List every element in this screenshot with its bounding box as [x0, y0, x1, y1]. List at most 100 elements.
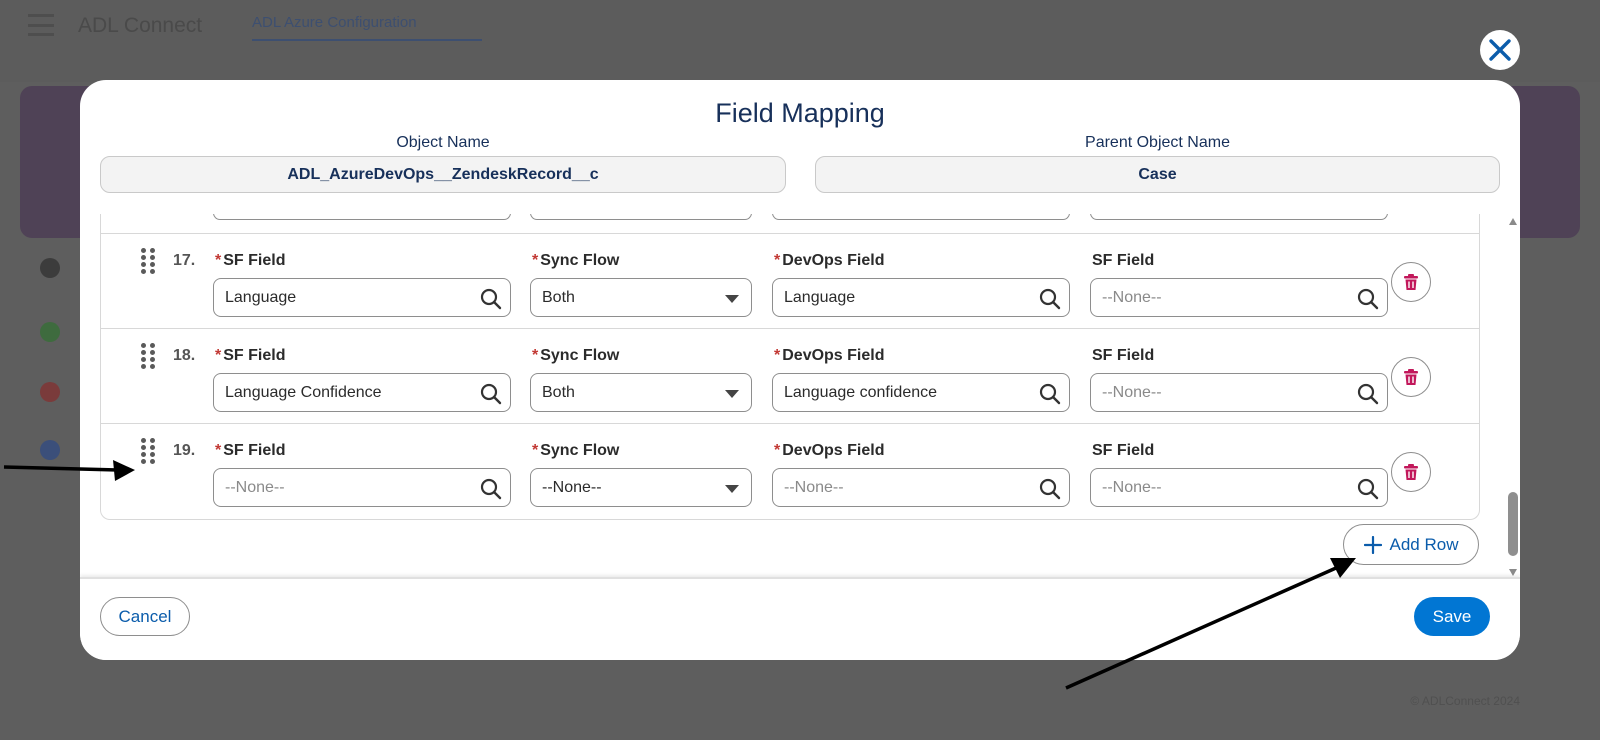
- app-header: ADL Connect ADL Azure Configuration: [0, 0, 1600, 82]
- devops-field-placeholder: --None--: [784, 478, 844, 496]
- delete-row-button[interactable]: [1391, 452, 1431, 492]
- mapping-rows-scroll-area[interactable]: 17. * SF Field Language * Sync Flow Both *…: [100, 214, 1500, 586]
- sync-flow-label-text: Sync Flow: [540, 442, 620, 459]
- drag-handle-icon[interactable]: [141, 438, 157, 464]
- background-footer-text: © ADLConnect 2024: [1410, 694, 1520, 708]
- sf-field-input[interactable]: --None--: [213, 468, 511, 507]
- cancel-button[interactable]: Cancel: [100, 597, 190, 636]
- parent-object-name-label: Parent Object Name: [1085, 134, 1230, 151]
- parent-object-name-field: Case: [815, 156, 1500, 193]
- search-icon[interactable]: [480, 383, 502, 405]
- table-row: 17. * SF Field Language * Sync Flow Both *…: [101, 233, 1479, 328]
- sf-field-label: * SF Field: [215, 442, 286, 459]
- trash-icon: [1404, 369, 1418, 385]
- sync-flow-label: * Sync Flow: [532, 442, 620, 459]
- scrollbar[interactable]: [1507, 214, 1519, 578]
- add-row-button[interactable]: Add Row: [1343, 524, 1479, 565]
- sync-flow-value: Both: [542, 383, 575, 401]
- sf-field-2-placeholder: --None--: [1102, 288, 1162, 306]
- background-icon: [40, 382, 60, 402]
- devops-field-label-text: DevOps Field: [782, 442, 885, 459]
- search-icon[interactable]: [480, 288, 502, 310]
- devops-field-input[interactable]: Language: [772, 278, 1070, 317]
- sync-flow-select[interactable]: Both: [530, 373, 752, 412]
- devops-field-label: * DevOps Field: [774, 347, 885, 364]
- devops-field-input[interactable]: --None--: [772, 468, 1070, 507]
- search-icon[interactable]: [1357, 478, 1379, 500]
- sync-flow-label-text: Sync Flow: [540, 252, 620, 269]
- menu-icon: [28, 14, 54, 36]
- partial-input: [530, 214, 752, 220]
- chevron-down-icon: [725, 295, 739, 303]
- row-number: 19.: [173, 442, 196, 459]
- app-title: ADL Connect: [78, 14, 203, 37]
- modal-title: Field Mapping: [715, 98, 885, 128]
- drag-handle-icon[interactable]: [141, 248, 157, 274]
- sync-flow-value: Both: [542, 288, 575, 306]
- trash-icon: [1404, 274, 1418, 290]
- mapping-rows-list: 17. * SF Field Language * Sync Flow Both *…: [100, 214, 1480, 520]
- close-modal-button[interactable]: [1480, 30, 1520, 70]
- background-icon: [40, 322, 60, 342]
- sf-field-2-placeholder: --None--: [1102, 383, 1162, 401]
- sf-field-2-label: SF Field: [1092, 347, 1155, 364]
- scrollbar-thumb[interactable]: [1508, 492, 1518, 556]
- sf-field-input[interactable]: Language Confidence: [213, 373, 511, 412]
- devops-field-label: * DevOps Field: [774, 252, 885, 269]
- scroll-down-arrow-icon[interactable]: [1509, 569, 1517, 576]
- sf-field-2-label: SF Field: [1092, 442, 1155, 459]
- sf-field-label-text: SF Field: [223, 442, 286, 459]
- sf-field-value: Language Confidence: [225, 383, 382, 401]
- drag-handle-icon[interactable]: [141, 343, 157, 369]
- row-number: 17.: [173, 252, 196, 269]
- sf-field-2-placeholder: --None--: [1102, 478, 1162, 496]
- object-name-label: Object Name: [396, 134, 490, 151]
- save-button[interactable]: Save: [1414, 597, 1490, 636]
- plus-icon: [1363, 535, 1382, 554]
- sf-field-label-text: SF Field: [223, 252, 286, 269]
- partial-input: [1090, 214, 1388, 220]
- background-icon: [40, 258, 60, 278]
- chevron-down-icon: [725, 485, 739, 493]
- devops-field-label-text: DevOps Field: [782, 347, 885, 364]
- sf-field-label: * SF Field: [215, 347, 286, 364]
- table-row: 18. * SF Field Language Confidence * Sync …: [101, 328, 1479, 423]
- partial-input: [213, 214, 511, 220]
- table-row: 19. * SF Field --None-- * Sync Flow --None…: [101, 423, 1479, 518]
- app-tab: ADL Azure Configuration: [252, 14, 482, 41]
- devops-field-label-text: DevOps Field: [782, 252, 885, 269]
- search-icon[interactable]: [1039, 383, 1061, 405]
- sf-field-2-input[interactable]: --None--: [1090, 373, 1388, 412]
- background-icon: [40, 440, 60, 460]
- sync-flow-select[interactable]: --None--: [530, 468, 752, 507]
- devops-field-input[interactable]: Language confidence: [772, 373, 1070, 412]
- sync-flow-label-text: Sync Flow: [540, 347, 620, 364]
- delete-row-button[interactable]: [1391, 262, 1431, 302]
- scroll-up-arrow-icon[interactable]: [1509, 218, 1517, 225]
- sf-field-2-input[interactable]: --None--: [1090, 278, 1388, 317]
- sf-field-input[interactable]: Language: [213, 278, 511, 317]
- sf-field-label: * SF Field: [215, 252, 286, 269]
- sync-flow-label: * Sync Flow: [532, 347, 620, 364]
- search-icon[interactable]: [1039, 478, 1061, 500]
- search-icon[interactable]: [1357, 383, 1379, 405]
- devops-field-label: * DevOps Field: [774, 442, 885, 459]
- object-name-field: ADL_AzureDevOps__ZendeskRecord__c: [100, 156, 786, 193]
- sf-field-placeholder: --None--: [225, 478, 285, 496]
- delete-row-button[interactable]: [1391, 357, 1431, 397]
- row-number: 18.: [173, 347, 196, 364]
- search-icon[interactable]: [1357, 288, 1379, 310]
- modal-footer: Cancel Save: [80, 577, 1520, 660]
- add-row-label: Add Row: [1389, 534, 1459, 554]
- sync-flow-value: --None--: [542, 478, 602, 496]
- search-icon[interactable]: [1039, 288, 1061, 310]
- sf-field-value: Language: [225, 288, 297, 306]
- close-icon: [1489, 39, 1511, 61]
- sf-field-label-text: SF Field: [223, 347, 286, 364]
- sync-flow-label: * Sync Flow: [532, 252, 620, 269]
- sync-flow-select[interactable]: Both: [530, 278, 752, 317]
- sf-field-2-input[interactable]: --None--: [1090, 468, 1388, 507]
- devops-field-value: Language: [784, 288, 856, 306]
- search-icon[interactable]: [480, 478, 502, 500]
- sf-field-2-label: SF Field: [1092, 252, 1155, 269]
